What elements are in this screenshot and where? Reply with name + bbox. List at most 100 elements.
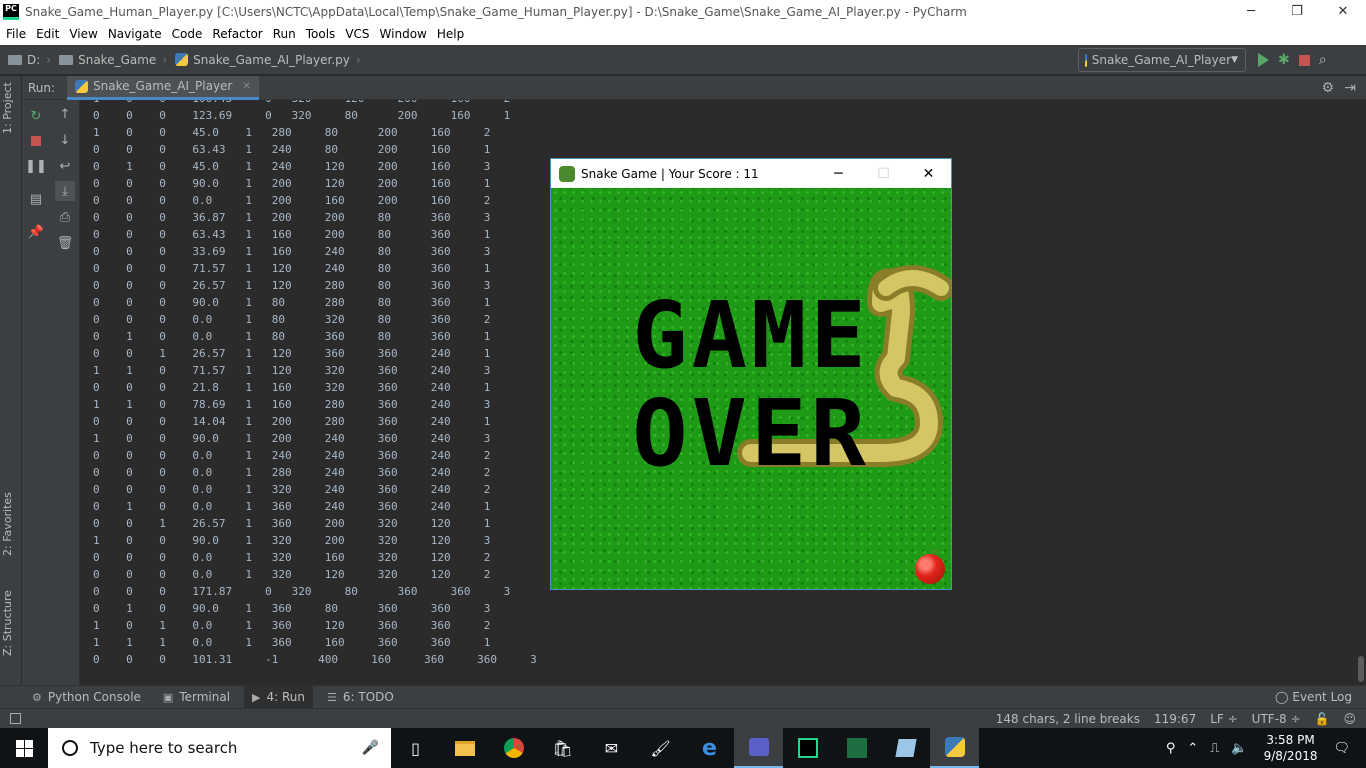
console-line: 0 0 0 33.69 1 160 240 80 360 3 xyxy=(93,245,491,258)
snake-icon xyxy=(559,165,575,182)
breadcrumb-drive-label: D: xyxy=(27,52,41,67)
menu-tools[interactable]: Tools xyxy=(302,27,340,41)
arrow-down-icon[interactable]: ↓ xyxy=(55,130,75,150)
menu-edit[interactable]: Edit xyxy=(32,27,63,41)
console-line: 1 0 1 0.0 1 360 120 360 360 2 xyxy=(93,619,491,632)
paint-icon[interactable]: 🖌 xyxy=(636,728,685,768)
console-line: 0 1 0 0.0 1 80 360 80 360 1 xyxy=(93,330,491,343)
action-center-icon[interactable]: 🗨 xyxy=(1333,741,1350,756)
console-line: 0 0 0 0.0 1 240 240 360 240 2 xyxy=(93,449,491,462)
debug-icon[interactable]: ✱ xyxy=(1278,52,1290,68)
console-line: 0 0 0 0.0 1 320 160 320 120 2 xyxy=(93,551,491,564)
status-line-separator[interactable]: LF ÷ xyxy=(1210,712,1237,726)
menu-code[interactable]: Code xyxy=(168,27,207,41)
structure-tab[interactable]: Z: Structure xyxy=(1,590,14,656)
console-line: 0 1 0 0.0 1 360 240 360 240 1 xyxy=(93,500,491,513)
microphone-icon[interactable]: 🎤 xyxy=(362,740,379,756)
run-tab[interactable]: Snake_Game_AI_Player ✕ xyxy=(67,75,259,100)
event-log-tab[interactable]: ◯ Event Log xyxy=(1275,690,1352,704)
trash-icon[interactable]: 🗑 xyxy=(55,233,75,253)
search-icon[interactable]: ⌕ xyxy=(1319,52,1327,68)
store-icon[interactable]: 🛍 xyxy=(538,728,587,768)
layout-icon[interactable]: ▤ xyxy=(26,189,46,209)
game-minimize-button[interactable]: ─ xyxy=(816,159,861,188)
breadcrumb-file[interactable]: Snake_Game_AI_Player.py › xyxy=(175,53,361,67)
python-console-icon: ⚙ xyxy=(32,690,42,704)
taskbar-search[interactable]: Type here to search 🎤 xyxy=(48,728,391,768)
teams-icon[interactable] xyxy=(734,728,783,768)
terminal-tab[interactable]: ▣ Terminal xyxy=(155,686,238,709)
menu-run[interactable]: Run xyxy=(269,27,300,41)
console-line: 0 0 0 26.57 1 120 280 80 360 3 xyxy=(93,279,491,292)
breadcrumb-drive[interactable]: D: › xyxy=(8,53,51,67)
stop-icon[interactable] xyxy=(1298,54,1310,66)
breadcrumb-folder[interactable]: Snake_Game › xyxy=(59,53,167,67)
menu-navigate[interactable]: Navigate xyxy=(104,27,166,41)
soft-wrap-icon[interactable]: ↩ xyxy=(55,156,75,176)
scrollbar-thumb[interactable] xyxy=(1358,656,1364,682)
hide-panel-icon[interactable]: ⇥ xyxy=(1344,80,1356,96)
volume-icon[interactable]: 🔈 xyxy=(1231,741,1247,756)
close-tab-icon[interactable]: ✕ xyxy=(242,81,250,92)
run-icon[interactable] xyxy=(1258,53,1269,67)
menu-file[interactable]: File xyxy=(2,27,30,41)
close-button[interactable]: ✕ xyxy=(1320,0,1366,23)
console-line: 1 1 0 71.57 1 120 320 360 240 3 xyxy=(93,364,491,377)
status-caret-position[interactable]: 119:67 xyxy=(1154,712,1196,726)
favorites-tab[interactable]: 2: Favorites xyxy=(1,492,14,556)
mail-icon[interactable]: ✉ xyxy=(587,728,636,768)
project-tab[interactable]: 1: Project xyxy=(1,82,14,134)
menu-vcs[interactable]: VCS xyxy=(341,27,373,41)
pycharm-taskbar-icon[interactable] xyxy=(783,728,832,768)
menu-window[interactable]: Window xyxy=(376,27,431,41)
lock-icon[interactable]: 🔓 xyxy=(1315,712,1330,726)
terminal-icon: ▣ xyxy=(162,690,174,704)
breadcrumb-folder-label: Snake_Game xyxy=(78,52,157,67)
pause-icon[interactable]: ❚❚ xyxy=(25,156,47,176)
todo-label: 6: TODO xyxy=(342,690,394,704)
folder-icon xyxy=(59,54,74,65)
chevron-up-icon[interactable]: ⌃ xyxy=(1187,741,1198,756)
window-titlebar: PC Snake_Game_Human_Player.py [C:\Users\… xyxy=(0,0,1366,23)
game-window[interactable]: Snake Game | Your Score : 11 ─ ☐ ✕ GAME … xyxy=(550,158,952,590)
run-configuration-select[interactable]: Snake_Game_AI_Player ▼ xyxy=(1078,48,1246,72)
run-bottom-tab[interactable]: ▶ 4: Run xyxy=(244,685,314,709)
status-encoding[interactable]: UTF-8 ÷ xyxy=(1252,712,1301,726)
menu-help[interactable]: Help xyxy=(433,27,468,41)
arrow-up-icon[interactable]: ↑ xyxy=(55,104,75,124)
network-icon[interactable]: ⎍ xyxy=(1210,741,1219,756)
notepad-icon[interactable] xyxy=(881,728,930,768)
python-console-tab[interactable]: ⚙ Python Console xyxy=(24,686,149,709)
folder-icon xyxy=(8,54,22,65)
run-panel-header: Run: Snake_Game_AI_Player ✕ ⚙ ⇥ xyxy=(22,75,1366,100)
run-toolbar-right: ↑ ↓ ↩ ⤓ ⎙ 🗑 xyxy=(50,100,80,685)
windows-start-icon[interactable] xyxy=(0,728,48,768)
python-file-icon xyxy=(175,53,189,66)
print-icon[interactable]: ⎙ xyxy=(55,207,75,227)
clock[interactable]: 3:58 PM 9/8/2018 xyxy=(1264,732,1318,764)
excel-icon[interactable] xyxy=(832,728,881,768)
bottom-tool-bar: ⚙ Python Console ▣ Terminal ▶ 4: Run ☰ 6… xyxy=(0,685,1366,709)
people-icon[interactable]: ⚲ xyxy=(1166,741,1176,756)
menu-view[interactable]: View xyxy=(65,27,101,41)
tool-windows-icon[interactable] xyxy=(10,713,21,724)
minimize-button[interactable]: ─ xyxy=(1228,0,1274,23)
todo-tab[interactable]: ☰ 6: TODO xyxy=(319,686,402,709)
python-taskbar-icon[interactable] xyxy=(930,728,979,768)
rerun-icon[interactable]: ↻ xyxy=(26,106,46,126)
gear-icon[interactable]: ⚙ xyxy=(1321,80,1334,96)
menu-refactor[interactable]: Refactor xyxy=(208,27,266,41)
game-over-line2: OVER xyxy=(632,380,870,487)
pin-icon[interactable]: 📌 xyxy=(26,222,46,242)
console-line: 0 0 0 36.87 1 200 200 80 360 3 xyxy=(93,211,491,224)
game-close-button[interactable]: ✕ xyxy=(906,159,951,188)
stop-run-icon[interactable] xyxy=(26,131,46,151)
inspector-icon[interactable]: ☺ xyxy=(1343,712,1356,726)
scroll-to-end-icon[interactable]: ⤓ xyxy=(55,181,75,201)
chrome-icon[interactable] xyxy=(489,728,538,768)
console-line: 1 1 0 78.69 1 160 280 360 240 3 xyxy=(93,398,491,411)
file-explorer-icon[interactable] xyxy=(440,728,489,768)
restore-button[interactable]: ❐ xyxy=(1274,0,1320,23)
task-view-icon[interactable]: ▯ xyxy=(391,728,440,768)
edge-icon[interactable]: e xyxy=(685,728,734,768)
